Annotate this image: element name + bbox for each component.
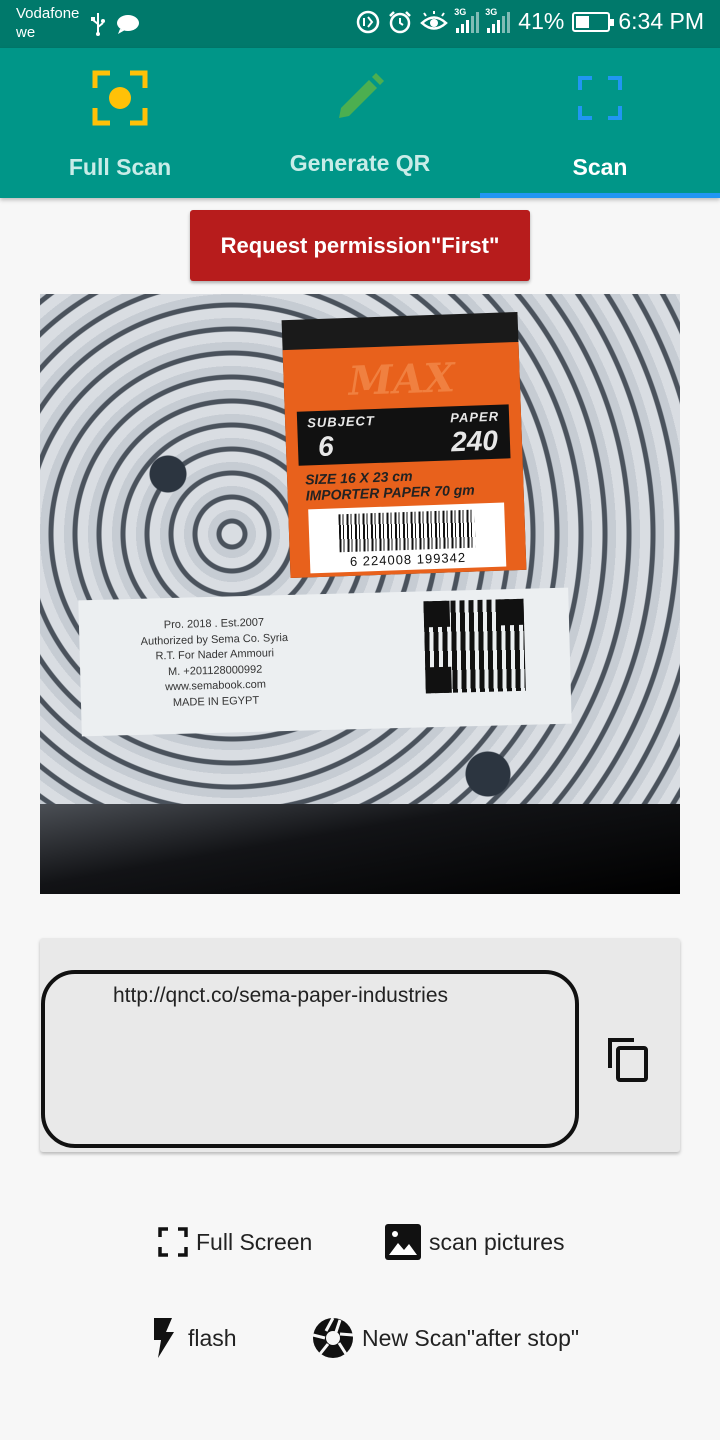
camera-shutter-icon [312,1317,354,1358]
product-subject-box: SUBJECT PAPER 6 240 [296,404,511,466]
pencil-icon [339,73,384,118]
data-saver-icon [357,10,380,33]
paper-label: PAPER [449,408,500,426]
image-icon [385,1224,421,1260]
paper-value: 240 [450,424,499,458]
flash-button[interactable]: flash [150,1318,237,1358]
subject-label: SUBJECT [306,413,376,431]
barcode: 6 224008 199342 [308,502,507,574]
qr-code [423,598,526,694]
network-type-2: 3G [485,6,498,17]
full-screen-label: Full Screen [196,1228,313,1255]
product-tag: MAX SUBJECT PAPER 6 240 SIZE 16 X 23 cm … [281,311,527,579]
camera-shadow-area [40,804,680,894]
clock: 6:34 PM [618,8,704,34]
scan-pictures-label: scan pictures [429,1228,565,1255]
tab-label: Generate QR [289,150,431,176]
tab-label: Scan [572,154,628,180]
camera-preview[interactable]: Pro. 2018 . Est.2007 Authorized by Sema … [40,294,680,894]
status-bar: Vodafone we 3G 3G 41% 6:34 PM [0,0,720,48]
carrier-line-2: we [16,24,36,41]
result-text-field[interactable]: http://qnct.co/sema-paper-industries [41,970,579,1148]
product-label-card: Pro. 2018 . Est.2007 Authorized by Sema … [78,587,572,737]
tab-generate-qr[interactable]: Generate QR [240,48,480,198]
flash-label: flash [188,1324,237,1351]
alarm-icon [389,10,412,33]
signal-icon: 3G [485,7,511,33]
chat-icon [117,15,139,34]
fullscreen-icon [158,1227,188,1257]
scan-pictures-button[interactable]: scan pictures [385,1222,565,1262]
product-size-text: SIZE 16 X 23 cm IMPORTER PAPER 70 gm [305,466,475,504]
result-text[interactable]: http://qnct.co/sema-paper-industries [113,984,448,1008]
usb-icon [91,13,105,36]
subject-value: 6 [317,430,335,462]
request-permission-button[interactable]: Request permission"First" [190,210,530,281]
signal-icon: 3G [454,7,480,33]
full-screen-button[interactable]: Full Screen [158,1222,312,1262]
scan-frame-icon [578,76,622,120]
fullscan-icon [92,70,148,126]
network-type-1: 3G [454,6,467,17]
copy-icon[interactable] [606,1036,650,1084]
new-scan-label: New Scan"after stop" [362,1324,580,1351]
carrier-line-1: Vodafone [16,5,80,22]
battery-icon [572,11,615,32]
tab-full-scan[interactable]: Full Scan [0,48,240,198]
tab-scan[interactable]: Scan [480,48,720,198]
barcode-bars [338,509,476,553]
new-scan-button[interactable]: New Scan"after stop" [312,1317,580,1358]
flash-icon [154,1318,174,1358]
tab-label: Full Scan [68,154,172,180]
carrier-name: Vodafone we [16,4,79,42]
label-line: MADE IN EGYPT [172,694,260,709]
battery-percent: 41% [518,8,565,34]
active-tab-indicator [480,193,720,198]
result-card: http://qnct.co/sema-paper-industries [40,938,680,1152]
label-info-text: Pro. 2018 . Est.2007 Authorized by Sema … [129,615,301,712]
product-brand: MAX [347,354,456,405]
tab-bar: Full Scan Generate QR Scan [0,48,720,198]
eye-icon [420,10,449,30]
